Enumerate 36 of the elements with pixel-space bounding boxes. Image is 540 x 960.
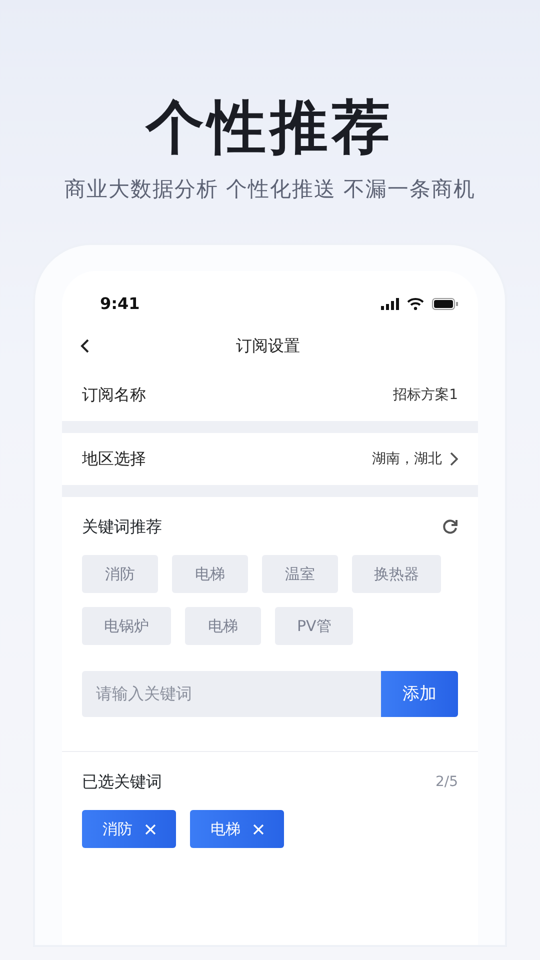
close-icon[interactable] xyxy=(252,824,264,835)
row-label: 地区选择 xyxy=(82,448,146,470)
subheadline: 商业大数据分析 个性化推送 不漏一条商机 xyxy=(63,176,477,203)
row-label: 订阅名称 xyxy=(82,384,146,406)
keyword-tag[interactable]: 消防 xyxy=(82,555,158,594)
battery-icon xyxy=(432,298,458,310)
selected-count: 2/5 xyxy=(435,772,458,792)
signal-icon xyxy=(381,298,399,310)
wifi-icon xyxy=(407,298,424,310)
section-title: 已选关键词 xyxy=(82,771,162,794)
back-icon xyxy=(80,338,90,354)
settings-row[interactable]: 地区选择 湖南，湖北 xyxy=(62,433,478,486)
back-button[interactable] xyxy=(80,338,90,354)
chevron-right-icon xyxy=(450,452,458,466)
row-value: 招标方案1 xyxy=(393,386,458,405)
settings-row[interactable]: 订阅名称 招标方案1 xyxy=(62,369,478,422)
keyword-tag[interactable]: 温室 xyxy=(262,555,338,594)
chip-label: 消防 xyxy=(102,819,132,840)
selected-keyword-chip[interactable]: 消防 xyxy=(82,810,176,848)
refresh-button[interactable] xyxy=(442,519,458,536)
keyword-tag[interactable]: 换热器 xyxy=(352,555,441,594)
status-time: 9:41 xyxy=(100,293,140,316)
headline: 个性推荐 xyxy=(144,92,395,160)
keyword-input[interactable]: 请输入关键词 添加 xyxy=(82,671,458,718)
page-title: 订阅设置 xyxy=(235,335,301,358)
row-value: 湖南，湖北 xyxy=(372,450,442,469)
keyword-tag[interactable]: 电锅炉 xyxy=(82,607,171,646)
selected-keyword-chip[interactable]: 电梯 xyxy=(190,810,284,848)
add-button[interactable]: 添加 xyxy=(381,671,458,718)
close-icon[interactable] xyxy=(144,824,156,835)
chip-label: 电梯 xyxy=(210,819,240,840)
keyword-tag[interactable]: 电梯 xyxy=(172,555,248,594)
keyword-tag[interactable]: PV管 xyxy=(275,607,354,646)
refresh-icon xyxy=(442,519,458,536)
keyword-tag[interactable]: 电梯 xyxy=(185,607,261,646)
section-title: 关键词推荐 xyxy=(82,516,162,538)
